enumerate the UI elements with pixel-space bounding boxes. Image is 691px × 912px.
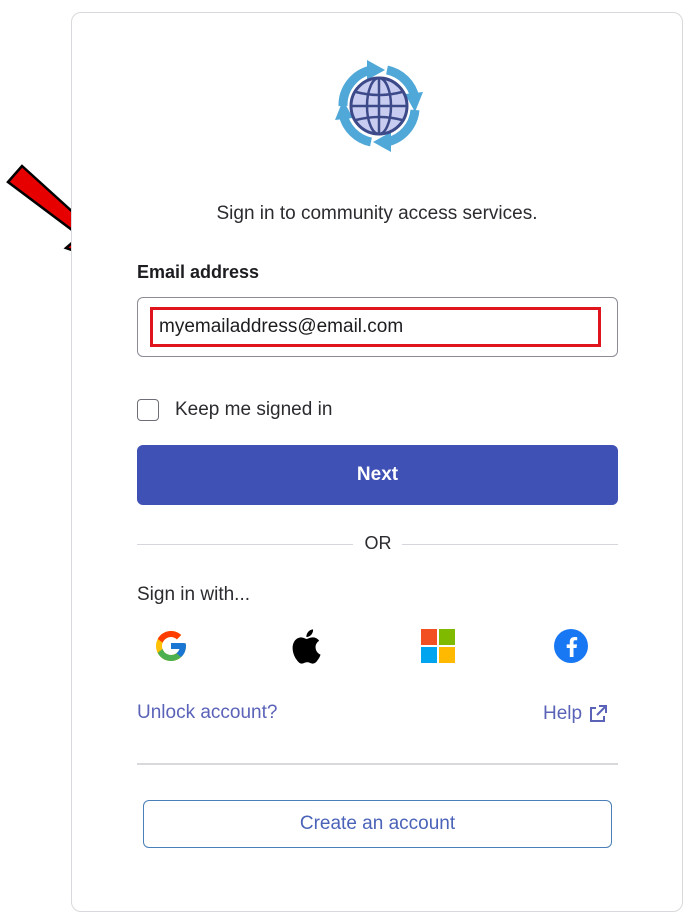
email-field-wrapper[interactable] bbox=[137, 297, 618, 357]
sign-in-with-heading: Sign in with... bbox=[137, 584, 250, 605]
or-divider-right bbox=[402, 544, 618, 545]
footer-divider bbox=[137, 763, 618, 765]
apple-icon bbox=[292, 629, 321, 664]
or-separator-label: OR bbox=[364, 533, 392, 553]
next-button[interactable]: Next bbox=[137, 445, 618, 505]
google-signin-button[interactable] bbox=[151, 626, 191, 666]
globe-logo-icon bbox=[335, 60, 423, 152]
google-icon bbox=[156, 631, 186, 661]
help-link[interactable]: Help bbox=[543, 703, 608, 725]
or-divider-left bbox=[137, 544, 353, 545]
email-field[interactable] bbox=[150, 307, 601, 347]
apple-signin-button[interactable] bbox=[285, 626, 325, 666]
external-link-icon bbox=[590, 705, 608, 722]
microsoft-signin-button[interactable] bbox=[418, 626, 458, 666]
page-subtitle: Sign in to community access services. bbox=[216, 203, 538, 224]
facebook-icon bbox=[554, 629, 588, 663]
keep-signed-in-row[interactable]: Keep me signed in bbox=[137, 397, 332, 423]
microsoft-icon bbox=[421, 629, 455, 663]
keep-signed-in-checkbox[interactable] bbox=[137, 399, 159, 421]
keep-signed-in-label: Keep me signed in bbox=[175, 399, 333, 420]
create-account-button[interactable]: Create an account bbox=[143, 800, 612, 848]
unlock-account-link[interactable]: Unlock account? bbox=[137, 702, 277, 724]
help-link-label: Help bbox=[543, 703, 583, 724]
email-label: Email address bbox=[137, 262, 260, 282]
facebook-signin-button[interactable] bbox=[551, 626, 591, 666]
